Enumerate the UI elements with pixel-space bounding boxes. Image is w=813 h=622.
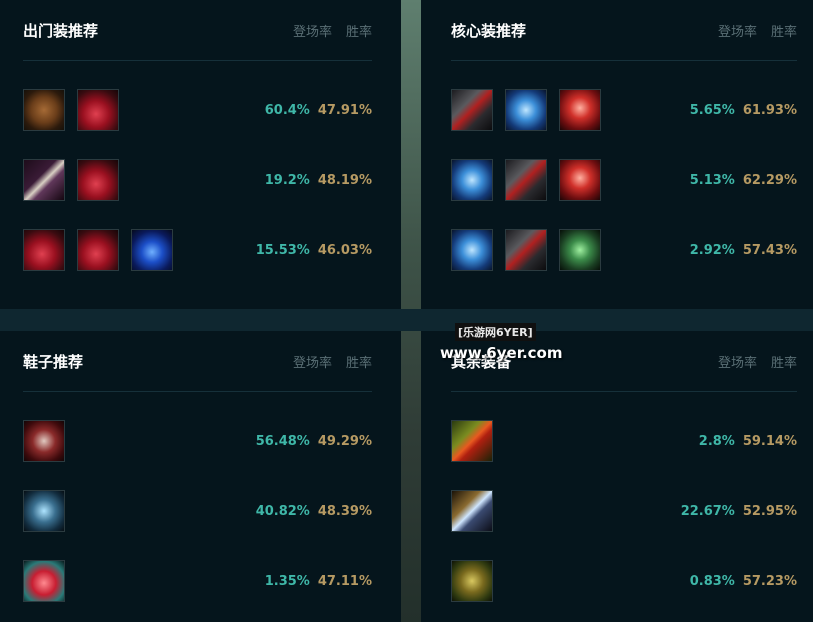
panel-header: 出门装推荐 登场率 胜率	[23, 0, 372, 61]
pick-rate: 5.13%	[689, 172, 735, 188]
panel-header: 核心装推荐 登场率 胜率	[451, 0, 797, 61]
win-rate-header: 胜率	[345, 24, 372, 40]
win-rate: 57.23%	[742, 573, 797, 589]
build-row[interactable]: 2.8% 59.14%	[451, 406, 797, 476]
wooden-shield-icon[interactable]	[23, 89, 65, 131]
win-rate: 62.29%	[742, 172, 797, 188]
build-row[interactable]: 5.65% 61.93%	[451, 75, 797, 145]
build-row[interactable]: 60.4% 47.91%	[23, 75, 372, 145]
pick-rate: 2.8%	[698, 433, 735, 449]
ice-gauntlet-icon[interactable]	[451, 229, 493, 271]
win-rate: 48.19%	[317, 172, 372, 188]
build-row[interactable]: 19.2% 48.19%	[23, 145, 372, 215]
red-claw-icon[interactable]	[559, 159, 601, 201]
win-rate: 47.11%	[317, 573, 372, 589]
red-potion-icon[interactable]	[77, 159, 119, 201]
build-row[interactable]: 40.82% 48.39%	[23, 476, 372, 546]
ice-gauntlet-icon[interactable]	[505, 89, 547, 131]
build-row[interactable]: 5.13% 62.29%	[451, 145, 797, 215]
win-rate: 52.95%	[742, 503, 797, 519]
green-armor-icon[interactable]	[559, 229, 601, 271]
watermark-url: www.6yer.com	[440, 344, 563, 362]
red-potion-icon[interactable]	[77, 89, 119, 131]
win-rate: 57.43%	[742, 242, 797, 258]
red-boots-icon[interactable]	[23, 560, 65, 602]
black-axe-icon[interactable]	[505, 229, 547, 271]
panel-title: 核心装推荐	[451, 21, 527, 40]
black-axe-icon[interactable]	[451, 89, 493, 131]
panel-title: 鞋子推荐	[23, 352, 84, 371]
pick-rate: 15.53%	[255, 242, 310, 258]
win-rate: 59.14%	[742, 433, 797, 449]
build-row[interactable]: 1.35% 47.11%	[23, 546, 372, 616]
watermark-label: [乐游网6YER]	[455, 323, 536, 341]
win-rate-header: 胜率	[345, 355, 372, 371]
build-row[interactable]: 22.67% 52.95%	[451, 476, 797, 546]
win-rate: 47.91%	[317, 102, 372, 118]
blue-boots-icon[interactable]	[23, 490, 65, 532]
pick-rate-header: 登场率	[717, 355, 757, 371]
pick-rate-header: 登场率	[292, 24, 332, 40]
red-claw-icon[interactable]	[559, 89, 601, 131]
win-rate-header: 胜率	[770, 355, 797, 371]
win-rate: 48.39%	[317, 503, 372, 519]
win-rate: 46.03%	[317, 242, 372, 258]
pick-rate: 19.2%	[264, 172, 310, 188]
steel-boots-icon[interactable]	[23, 420, 65, 462]
pick-rate: 56.48%	[255, 433, 310, 449]
win-rate: 61.93%	[742, 102, 797, 118]
other-items-panel: 其余装备 登场率 胜率 2.8% 59.14% 22.67% 52.95% 0.…	[421, 331, 813, 622]
win-rate: 49.29%	[317, 433, 372, 449]
pick-rate: 60.4%	[264, 102, 310, 118]
build-row[interactable]: 0.83% 57.23%	[451, 546, 797, 616]
boots-panel: 鞋子推荐 登场率 胜率 56.48% 49.29% 40.82% 48.39% …	[0, 331, 401, 622]
black-axe-icon[interactable]	[505, 159, 547, 201]
pick-rate-header: 登场率	[717, 24, 757, 40]
pick-rate: 5.65%	[689, 102, 735, 118]
panel-header: 鞋子推荐 登场率 胜率	[23, 331, 372, 392]
vine-bow-icon[interactable]	[451, 560, 493, 602]
starter-items-panel: 出门装推荐 登场率 胜率 60.4% 47.91% 19.2% 48.19% 1…	[0, 0, 401, 309]
core-items-panel: 核心装推荐 登场率 胜率 5.65% 61.93% 5.13% 62.29% 2…	[421, 0, 813, 309]
pick-rate: 1.35%	[264, 573, 310, 589]
build-row[interactable]: 15.53% 46.03%	[23, 215, 372, 285]
pick-rate: 40.82%	[255, 503, 310, 519]
pick-rate: 0.83%	[689, 573, 735, 589]
panel-title: 出门装推荐	[23, 21, 99, 40]
ice-gauntlet-icon[interactable]	[451, 159, 493, 201]
dagger-icon[interactable]	[23, 159, 65, 201]
build-row[interactable]: 2.92% 57.43%	[451, 215, 797, 285]
build-row[interactable]: 56.48% 49.29%	[23, 406, 372, 476]
pick-rate-header: 登场率	[292, 355, 332, 371]
flame-blade-icon[interactable]	[451, 420, 493, 462]
pick-rate: 2.92%	[689, 242, 735, 258]
win-rate-header: 胜率	[770, 24, 797, 40]
section-divider	[0, 309, 813, 331]
blue-drop-icon[interactable]	[131, 229, 173, 271]
spear-icon[interactable]	[451, 490, 493, 532]
red-potion-icon[interactable]	[77, 229, 119, 271]
red-potion-icon[interactable]	[23, 229, 65, 271]
pick-rate: 22.67%	[680, 503, 735, 519]
